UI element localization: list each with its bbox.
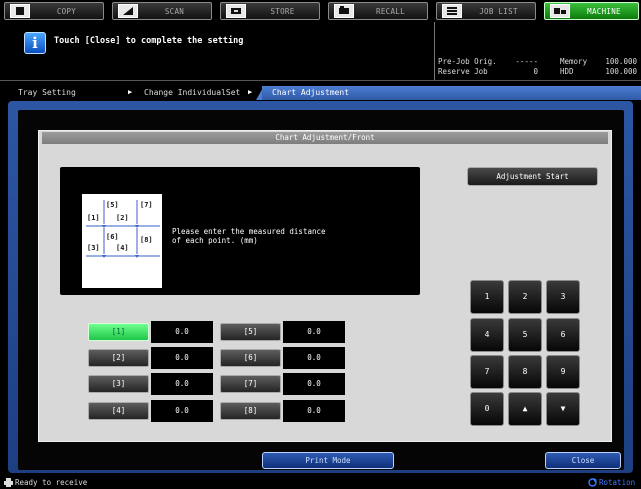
point-7-button[interactable]: [7] [220,375,281,393]
measurement-points-diagram: [5] [7] [1] [2] [6] [8] [3] [4] [82,194,162,288]
key-down-arrow-icon[interactable]: ▼ [546,392,580,426]
tab-copy-label: COPY [56,6,77,16]
breadcrumb-arrow-icon: ▶ [248,88,253,96]
machine-icon [550,4,570,18]
status-bar: Ready to receive Rotation [0,476,641,489]
breadcrumb-current: Chart Adjustment [262,86,641,100]
tab-copy[interactable]: COPY [4,2,104,20]
mode-tab-bar: COPY SCAN STORE RECALL JOB LIST MACHINE [0,0,641,22]
tab-machine-label: MACHINE [587,6,621,16]
key-6[interactable]: 6 [546,318,580,352]
diagram-label-2: [2] [116,214,129,222]
adjustment-start-button[interactable]: Adjustment Start [467,167,598,186]
point-5-value: 0.0 [283,321,345,343]
close-button[interactable]: Close [545,452,621,469]
store-icon [226,4,246,18]
key-8[interactable]: 8 [508,355,542,389]
point-4-value: 0.0 [151,400,213,422]
point-3-button[interactable]: [3] [88,375,149,393]
prejob-label: Pre-Job Orig. [438,57,497,66]
diagram-label-7: [7] [140,201,153,209]
tab-job-list[interactable]: JOB LIST [436,2,536,20]
prejob-value: ----- [515,57,538,66]
reserve-job-value: 0 [533,67,538,76]
hdd-label: HDD [560,67,574,76]
hdd-value: 100.000 [605,67,637,76]
tab-recall-label: RECALL [376,6,405,16]
point-6-button[interactable]: [6] [220,349,281,367]
memory-label: Memory [560,57,588,66]
print-mode-button[interactable]: Print Mode [262,452,394,469]
recall-icon [334,4,354,18]
point-3-value: 0.0 [151,373,213,395]
key-5[interactable]: 5 [508,318,542,352]
tab-store-label: STORE [270,6,295,16]
tab-recall[interactable]: RECALL [328,2,428,20]
scan-icon [118,4,138,18]
instruction-text: Please enter the measured distance of ea… [172,227,402,245]
memory-value: 100.000 [605,57,637,66]
diagram-label-3: [3] [87,244,100,252]
rotation-label: Rotation [599,478,636,487]
key-0[interactable]: 0 [470,392,504,426]
tab-machine[interactable]: MACHINE [544,2,639,20]
point-1-value: 0.0 [151,321,213,343]
point-5-button[interactable]: [5] [220,323,281,341]
tab-job-list-label: JOB LIST [479,6,518,16]
info-icon: i [24,32,46,54]
key-4[interactable]: 4 [470,318,504,352]
instruction-line-1: Please enter the measured distance [172,227,326,236]
status-divider [434,22,435,80]
panel-title: Chart Adjustment/Front [42,132,608,144]
point-2-button[interactable]: [2] [88,349,149,367]
key-3[interactable]: 3 [546,280,580,314]
breadcrumb-item-tray-setting: Tray Setting [18,88,76,97]
diagram-label-6: [6] [106,233,119,241]
diagram-label-4: [4] [116,244,129,252]
status-text: Ready to receive [15,478,88,487]
printer-icon [4,478,13,487]
key-7[interactable]: 7 [470,355,504,389]
message-area: i Touch [Close] to complete the setting … [0,22,641,84]
point-8-value: 0.0 [283,400,345,422]
key-9[interactable]: 9 [546,355,580,389]
tab-scan-label: SCAN [164,6,185,16]
breadcrumb-arrow-icon: ▶ [128,88,133,96]
point-6-value: 0.0 [283,347,345,369]
message-divider [0,80,641,81]
key-2[interactable]: 2 [508,280,542,314]
point-7-value: 0.0 [283,373,345,395]
breadcrumb: Tray Setting ▶ Change IndividualSet ▶ Ch… [0,86,641,100]
diagram-label-1: [1] [87,214,100,222]
reserve-job-label: Reserve Job [438,67,488,76]
copy-icon [10,4,30,18]
message-text: Touch [Close] to complete the setting [54,36,244,46]
point-4-button[interactable]: [4] [88,402,149,420]
point-8-button[interactable]: [8] [220,402,281,420]
point-2-value: 0.0 [151,347,213,369]
tab-store[interactable]: STORE [220,2,320,20]
diagram-label-8: [8] [140,236,153,244]
diagram-label-5: [5] [106,201,119,209]
job-list-icon [442,4,462,18]
key-1[interactable]: 1 [470,280,504,314]
point-1-button[interactable]: [1] [88,323,149,341]
rotation-icon [588,478,597,487]
key-up-arrow-icon[interactable]: ▲ [508,392,542,426]
breadcrumb-item-change-individualset: Change IndividualSet [144,88,241,97]
tab-scan[interactable]: SCAN [112,2,212,20]
instruction-line-2: of each point. (mm) [172,236,258,245]
